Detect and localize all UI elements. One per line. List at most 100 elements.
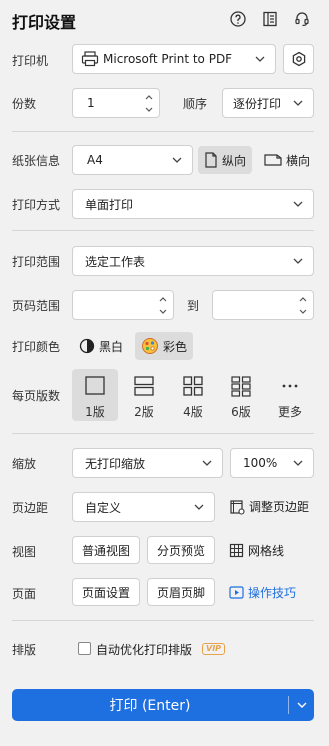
landscape-page-icon bbox=[264, 154, 282, 166]
portrait-label: 纵向 bbox=[222, 153, 247, 168]
scale-value: 无打印缩放 bbox=[85, 456, 146, 471]
view-label: 视图 bbox=[12, 545, 37, 559]
order-select[interactable]: 逐份打印 bbox=[222, 88, 314, 118]
per-page-4-label: 4版 bbox=[183, 405, 203, 419]
two-pages-icon bbox=[134, 376, 154, 396]
chevron-up-icon[interactable] bbox=[145, 94, 153, 100]
per-page-1-option[interactable]: 1版 bbox=[72, 369, 118, 421]
print-button[interactable]: 打印 (Enter) bbox=[12, 689, 288, 721]
chevron-down-icon bbox=[293, 100, 303, 106]
chevron-down-icon[interactable] bbox=[299, 309, 307, 315]
per-page-1-label: 1版 bbox=[85, 405, 105, 419]
per-page-6-option[interactable]: 6版 bbox=[218, 369, 264, 421]
range-select[interactable]: 选定工作表 bbox=[72, 246, 314, 276]
bw-button[interactable]: 黑白 bbox=[73, 332, 129, 360]
chevron-down-icon[interactable] bbox=[145, 107, 153, 113]
header-footer-button[interactable]: 页眉页脚 bbox=[147, 578, 215, 606]
margin-label: 页边距 bbox=[12, 501, 49, 515]
layout-label: 排版 bbox=[12, 643, 37, 657]
gridlines-toggle[interactable]: 网格线 bbox=[229, 542, 284, 559]
scale-percent-select[interactable]: 100% bbox=[230, 448, 314, 478]
divider bbox=[12, 131, 314, 132]
tips-label: 操作技巧 bbox=[248, 586, 297, 600]
auto-layout-checkbox[interactable] bbox=[78, 642, 91, 655]
paper-label: 纸张信息 bbox=[12, 154, 61, 168]
divider bbox=[12, 433, 314, 434]
copies-stepper[interactable]: 1 bbox=[72, 88, 160, 118]
four-pages-icon bbox=[183, 376, 203, 396]
help-icon[interactable] bbox=[229, 10, 247, 28]
per-page-6-label: 6版 bbox=[231, 405, 251, 419]
adjust-margin-button[interactable]: 调整页边距 bbox=[229, 498, 309, 515]
printer-value: Microsoft Print to PDF bbox=[103, 52, 233, 66]
auto-layout-label[interactable]: 自动优化打印排版 bbox=[96, 641, 192, 658]
margin-adjust-icon bbox=[230, 499, 245, 515]
printer-icon bbox=[81, 51, 99, 67]
print-options-dropdown[interactable] bbox=[289, 689, 314, 721]
printer-settings-button[interactable] bbox=[283, 44, 314, 74]
margin-value: 自定义 bbox=[85, 500, 122, 515]
page-from-input[interactable] bbox=[72, 290, 174, 320]
tips-link[interactable]: 操作技巧 bbox=[229, 584, 296, 601]
six-pages-icon bbox=[231, 376, 251, 397]
normal-view-button[interactable]: 普通视图 bbox=[72, 536, 140, 564]
order-label: 顺序 bbox=[183, 97, 208, 111]
chevron-down-icon bbox=[194, 504, 204, 510]
layout-icon[interactable] bbox=[261, 10, 279, 28]
scale-select[interactable]: 无打印缩放 bbox=[72, 448, 223, 478]
per-page-2-label: 2版 bbox=[134, 405, 154, 419]
headset-icon[interactable] bbox=[293, 10, 311, 28]
page-setup-button[interactable]: 页面设置 bbox=[72, 578, 140, 606]
chevron-down-icon bbox=[172, 157, 182, 163]
hex-gear-icon bbox=[292, 51, 305, 67]
paper-size-value: A4 bbox=[87, 153, 103, 167]
color-button[interactable]: 彩色 bbox=[135, 332, 194, 360]
page-break-preview-button[interactable]: 分页预览 bbox=[147, 536, 215, 564]
landscape-label: 横向 bbox=[286, 153, 311, 168]
pages-label: 页码范围 bbox=[12, 299, 61, 313]
pages-to-label: 到 bbox=[187, 299, 200, 313]
paper-size-select[interactable]: A4 bbox=[72, 145, 193, 175]
margin-select[interactable]: 自定义 bbox=[72, 492, 215, 522]
play-video-icon bbox=[229, 586, 244, 599]
vip-badge: VIP bbox=[202, 643, 226, 655]
landscape-button[interactable]: 横向 bbox=[258, 146, 316, 174]
chevron-down-icon bbox=[202, 460, 212, 466]
per-page-2-option[interactable]: 2版 bbox=[121, 369, 167, 421]
order-value: 逐份打印 bbox=[233, 96, 282, 111]
divider bbox=[12, 230, 314, 231]
chevron-up-icon[interactable] bbox=[159, 296, 167, 302]
color-label: 打印颜色 bbox=[12, 340, 61, 354]
chevron-down-icon bbox=[293, 201, 303, 207]
portrait-page-icon bbox=[205, 152, 217, 168]
chevron-down-icon bbox=[255, 56, 265, 62]
more-dots-icon bbox=[282, 384, 298, 388]
chevron-down-icon bbox=[293, 258, 303, 264]
scale-percent-value: 100% bbox=[243, 456, 278, 470]
bw-label: 黑白 bbox=[99, 339, 124, 354]
divider bbox=[12, 620, 314, 621]
page-title: 打印设置 bbox=[12, 13, 77, 32]
portrait-button[interactable]: 纵向 bbox=[198, 146, 253, 174]
color-mode-label: 彩色 bbox=[163, 339, 188, 354]
chevron-down-icon bbox=[293, 460, 303, 466]
palette-icon bbox=[142, 338, 158, 354]
chevron-up-icon[interactable] bbox=[299, 296, 307, 302]
per-page-4-option[interactable]: 4版 bbox=[170, 369, 216, 421]
page-to-input[interactable] bbox=[212, 290, 314, 320]
adjust-margin-label: 调整页边距 bbox=[249, 500, 310, 514]
range-label: 打印范围 bbox=[12, 255, 61, 269]
copies-value: 1 bbox=[87, 96, 95, 110]
copies-label: 份数 bbox=[12, 97, 37, 111]
grid-icon bbox=[229, 543, 244, 558]
print-mode-value: 单面打印 bbox=[85, 197, 134, 212]
one-page-icon bbox=[85, 376, 105, 395]
chevron-down-icon[interactable] bbox=[159, 309, 167, 315]
per-page-more-label: 更多 bbox=[277, 405, 302, 419]
half-circle-icon bbox=[79, 338, 95, 354]
print-mode-select[interactable]: 单面打印 bbox=[72, 189, 314, 219]
gridlines-label: 网格线 bbox=[248, 544, 285, 558]
per-page-label: 每页版数 bbox=[12, 389, 61, 403]
printer-select[interactable]: Microsoft Print to PDF bbox=[72, 44, 276, 74]
per-page-more-option[interactable]: 更多 bbox=[267, 369, 313, 421]
